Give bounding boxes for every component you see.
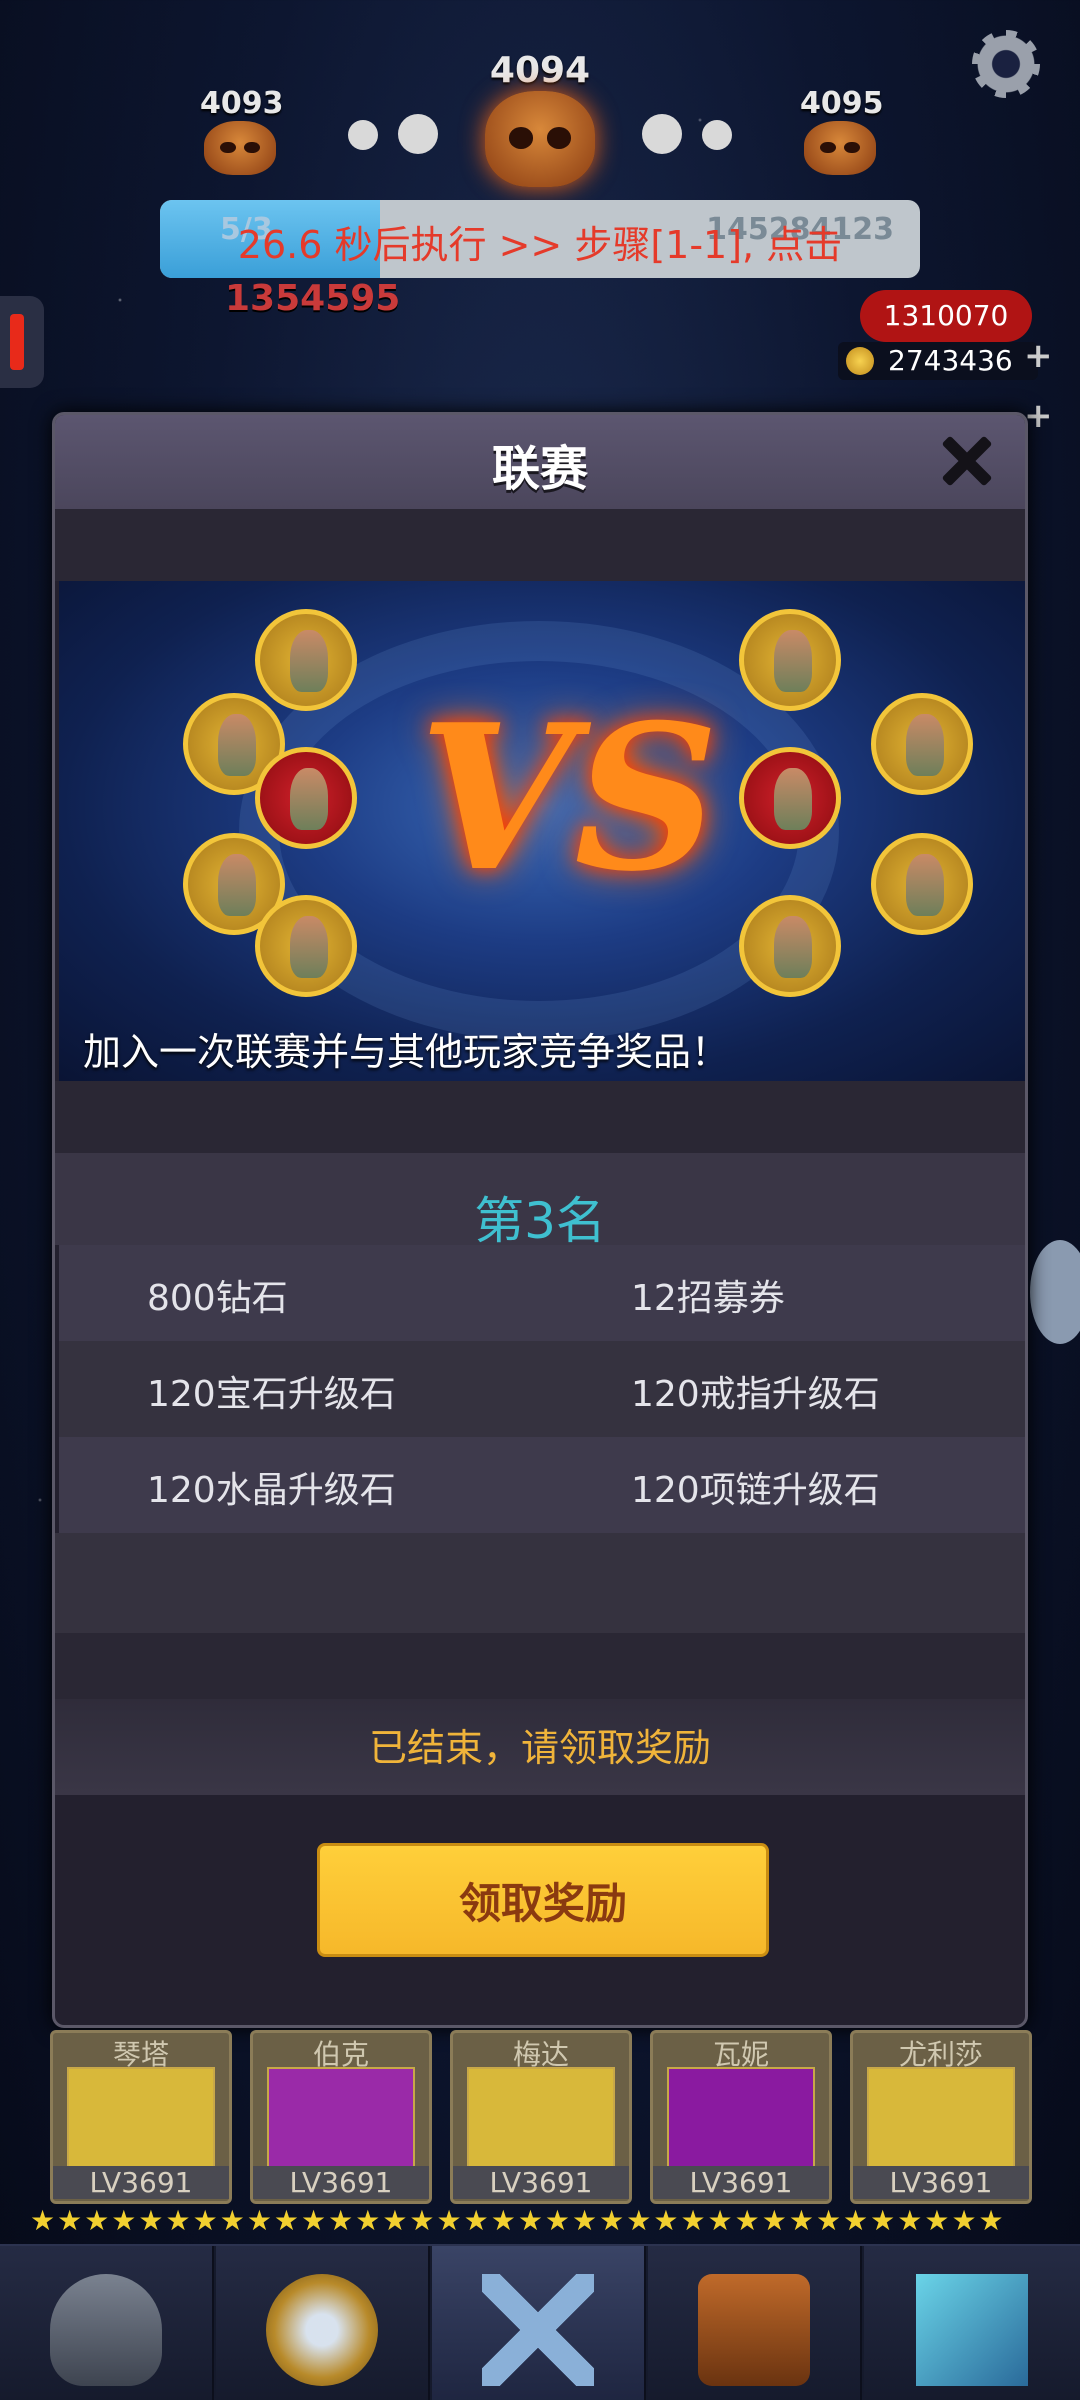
settings-gear-icon[interactable] xyxy=(972,30,1040,98)
hero-level: LV3691 xyxy=(253,2166,429,2199)
reward-item: 120项链升级石 xyxy=(631,1470,880,1511)
hero-portrait-icon xyxy=(739,895,841,997)
claim-reward-button[interactable]: 领取奖励 xyxy=(317,1843,769,1957)
hero-roster: 琴塔 LV3691 伯克 LV3691 梅达 LV3691 瓦妮 LV3691 … xyxy=(50,2030,1040,2206)
reward-item: 120戒指升级石 xyxy=(631,1374,880,1415)
hero-portrait-icon xyxy=(739,609,841,711)
hero-level: LV3691 xyxy=(53,2166,229,2199)
hero-portrait-icon xyxy=(267,2067,415,2171)
reward-item: 120宝石升级石 xyxy=(147,1374,396,1415)
hero-card[interactable]: 梅达 LV3691 xyxy=(450,2030,632,2204)
reward-row: 120水晶升级石 120项链升级石 xyxy=(59,1437,1025,1533)
stage-right-number: 4095 xyxy=(800,86,884,121)
stage-dot xyxy=(398,114,438,154)
reward-footer-band xyxy=(55,1533,1025,1633)
dialog-title: 联赛 xyxy=(491,441,588,497)
stage-left: 4093 xyxy=(200,86,284,175)
hero-level: LV3691 xyxy=(653,2166,829,2199)
top-hud: 4093 4094 4095 5/3 145284123 26.6 秒后执行 >… xyxy=(0,0,1080,436)
auto-exec-overlay-text: 26.6 秒后执行 >> 步骤[1-1], 点击 xyxy=(237,223,843,267)
nav-tab-summon[interactable] xyxy=(216,2246,430,2400)
hero-portrait-icon xyxy=(739,747,841,849)
cube-icon xyxy=(916,2274,1028,2386)
hero-level: LV3691 xyxy=(453,2166,629,2199)
coin-icon xyxy=(846,347,874,375)
league-banner: VS 加入一次联赛并与其他玩家竞争奖品！ xyxy=(59,581,1025,1081)
rank-label: 第3名 xyxy=(474,1192,606,1250)
helmet-icon xyxy=(50,2274,162,2386)
reward-item: 800钻石 xyxy=(147,1278,288,1319)
stage-dot xyxy=(702,120,732,150)
hero-portrait-icon xyxy=(867,2067,1015,2171)
damage-score: 1354595 xyxy=(225,278,401,319)
reward-item: 120水晶升级石 xyxy=(147,1470,396,1511)
league-dialog: 联赛 VS 加入一次联赛并与其他玩家竞争奖品！ 第3名 800钻石 12招募券 … xyxy=(52,412,1028,2028)
stage-right: 4095 xyxy=(800,86,884,175)
hero-portrait-icon xyxy=(255,609,357,711)
add-currency-button[interactable]: + xyxy=(1024,396,1053,436)
gold-counter: 2743436 xyxy=(838,342,1038,380)
gold-value: 2743436 xyxy=(888,344,1013,377)
close-icon[interactable] xyxy=(931,425,1003,497)
hero-portrait-icon xyxy=(871,833,973,935)
nav-tab-shop[interactable] xyxy=(864,2246,1080,2400)
nav-tab-equipment[interactable] xyxy=(0,2246,214,2400)
add-gold-button[interactable]: + xyxy=(1024,336,1053,376)
boss-skull-icon xyxy=(485,91,595,187)
stage-left-number: 4093 xyxy=(200,86,284,121)
hero-card[interactable]: 瓦妮 LV3691 xyxy=(650,2030,832,2204)
hero-portrait-icon xyxy=(871,693,973,795)
hero-card[interactable]: 尤利莎 LV3691 xyxy=(850,2030,1032,2204)
skull-icon xyxy=(204,121,276,175)
hero-card[interactable]: 琴塔 LV3691 xyxy=(50,2030,232,2204)
hero-portrait-icon xyxy=(667,2067,815,2171)
side-menu-button[interactable] xyxy=(0,296,44,388)
hero-portrait-icon xyxy=(255,747,357,849)
shield-icon xyxy=(266,2274,378,2386)
vs-flame-logo: VS xyxy=(419,681,719,916)
power-value-badge: 1310070 xyxy=(860,290,1032,342)
hero-portrait-icon xyxy=(255,895,357,997)
reward-item: 12招募券 xyxy=(631,1278,785,1319)
reward-row: 800钻石 12招募券 xyxy=(59,1245,1025,1341)
spacer-band xyxy=(55,1081,1025,1153)
treasure-chest-icon xyxy=(698,2274,810,2386)
dialog-header: 联赛 xyxy=(55,415,1025,509)
hero-portrait-icon xyxy=(67,2067,215,2171)
crossed-swords-icon xyxy=(482,2274,594,2386)
stage-center-number: 4094 xyxy=(489,50,591,91)
banner-caption: 加入一次联赛并与其他玩家竞争奖品！ xyxy=(83,1030,730,1074)
spacer-band xyxy=(55,1633,1025,1699)
reward-row: 120宝石升级石 120戒指升级石 xyxy=(59,1341,1025,1437)
stage-dot xyxy=(348,120,378,150)
spacer-band xyxy=(55,509,1025,581)
hero-level: LV3691 xyxy=(853,2166,1029,2199)
bottom-nav xyxy=(0,2244,1080,2400)
hero-card[interactable]: 伯克 LV3691 xyxy=(250,2030,432,2204)
stage-center: 4094 xyxy=(460,50,620,187)
nav-tab-chest[interactable] xyxy=(648,2246,862,2400)
stage-dot xyxy=(642,114,682,154)
nav-tab-battle[interactable] xyxy=(432,2246,646,2400)
skull-icon xyxy=(804,121,876,175)
league-status-text: 已结束，请领取奖励 xyxy=(368,1726,711,1770)
hero-portrait-icon xyxy=(467,2067,615,2171)
hero-star-ratings: ★★★★★★★★★★★★★★★★★★★★★★★★★★★★★★★★★★★★ xyxy=(30,2204,1006,2234)
